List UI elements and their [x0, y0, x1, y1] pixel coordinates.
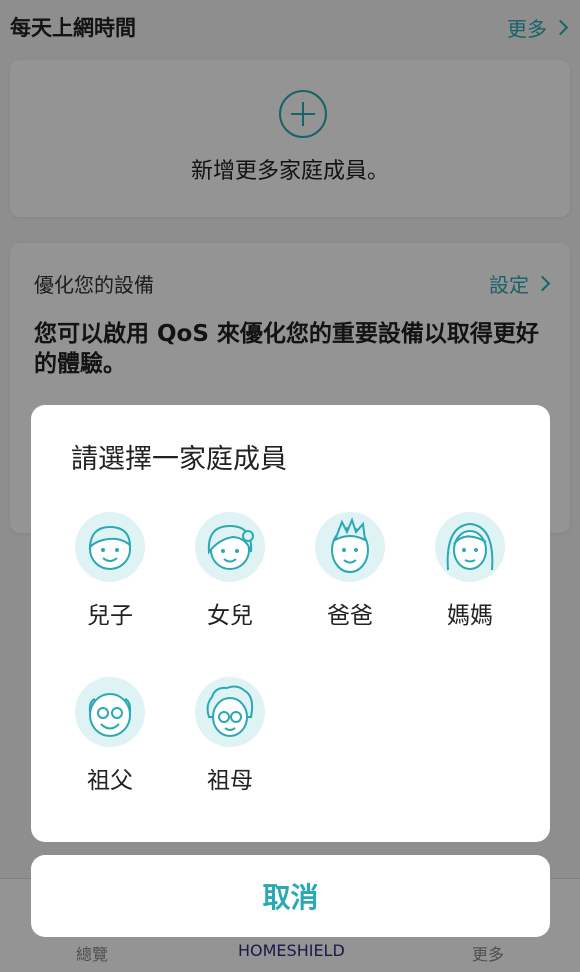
dad-avatar-icon — [315, 512, 385, 582]
member-label: 女兒 — [207, 603, 253, 629]
mom-avatar-icon — [435, 512, 505, 582]
grandma-avatar-icon — [195, 677, 265, 747]
member-label: 爸爸 — [327, 603, 373, 629]
family-member-picker: 請選擇一家庭成員 兒子 女兒 爸爸 媽媽 祖父 祖母 — [31, 405, 550, 842]
grandpa-avatar-icon — [75, 677, 145, 747]
member-option-grandpa[interactable]: 祖父 — [60, 677, 160, 795]
member-option-grandma[interactable]: 祖母 — [180, 677, 280, 795]
member-option-daughter[interactable]: 女兒 — [180, 512, 280, 630]
member-label: 祖母 — [207, 768, 253, 794]
member-label: 兒子 — [87, 603, 133, 629]
son-avatar-icon — [75, 512, 145, 582]
member-label: 媽媽 — [447, 603, 493, 629]
daughter-avatar-icon — [195, 512, 265, 582]
member-option-son[interactable]: 兒子 — [60, 512, 160, 630]
member-option-dad[interactable]: 爸爸 — [300, 512, 400, 630]
cancel-button[interactable]: 取消 — [31, 855, 550, 937]
member-label: 祖父 — [87, 768, 133, 794]
picker-title: 請選擇一家庭成員 — [71, 444, 287, 475]
member-option-mom[interactable]: 媽媽 — [420, 512, 520, 630]
